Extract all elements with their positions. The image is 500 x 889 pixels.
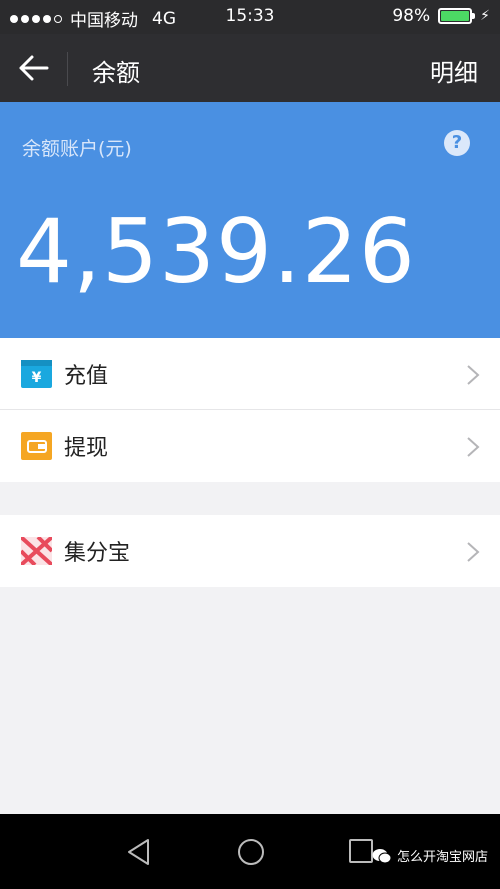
back-triangle-icon[interactable] [126,838,152,866]
balance-amount: 4,539.26 [16,200,416,303]
menu-group-points: 集分宝 [0,515,500,587]
balance-label: 余额账户(元) [22,138,132,160]
battery-icon [438,8,476,24]
jifenbao-label: 集分宝 [64,541,131,566]
withdraw-label: 提现 [64,436,109,461]
back-arrow-icon[interactable] [18,54,50,82]
svg-text:¥: ¥ [32,370,42,386]
charging-icon: ⚡ [480,8,490,24]
chevron-right-icon [467,437,480,457]
recharge-row[interactable]: ¥ 充值 [0,338,500,410]
recharge-label: 充值 [64,363,109,389]
wechat-logo-icon [372,848,392,863]
page-title: 余额 [92,59,140,87]
menu-group-funds: ¥ 充值 提现 [0,338,500,482]
battery-percent: 98% [392,6,431,26]
status-bar: 中国移动 4G 15:33 98% ⚡ [0,0,500,34]
chevron-right-icon [467,365,480,385]
system-nav-bar: 怎么开淘宝网店 [0,814,500,889]
watermark-text: 怎么开淘宝网店 [396,850,488,865]
balance-panel: 余额账户(元) ? 4,539.26 [0,102,500,338]
jifenbao-icon [21,537,52,565]
home-circle-icon[interactable] [237,838,265,866]
details-button[interactable]: 明细 [430,53,478,88]
recents-square-icon[interactable] [349,839,373,863]
recharge-icon: ¥ [21,359,52,388]
chevron-right-icon [467,542,480,562]
withdraw-row[interactable]: 提现 [0,410,500,482]
help-icon[interactable]: ? [444,130,470,156]
nav-divider [67,52,68,86]
nav-bar: 余额 明细 [0,34,500,102]
withdraw-icon [21,432,52,460]
jifenbao-row[interactable]: 集分宝 [0,515,500,587]
watermark: 怎么开淘宝网店 [372,846,488,865]
